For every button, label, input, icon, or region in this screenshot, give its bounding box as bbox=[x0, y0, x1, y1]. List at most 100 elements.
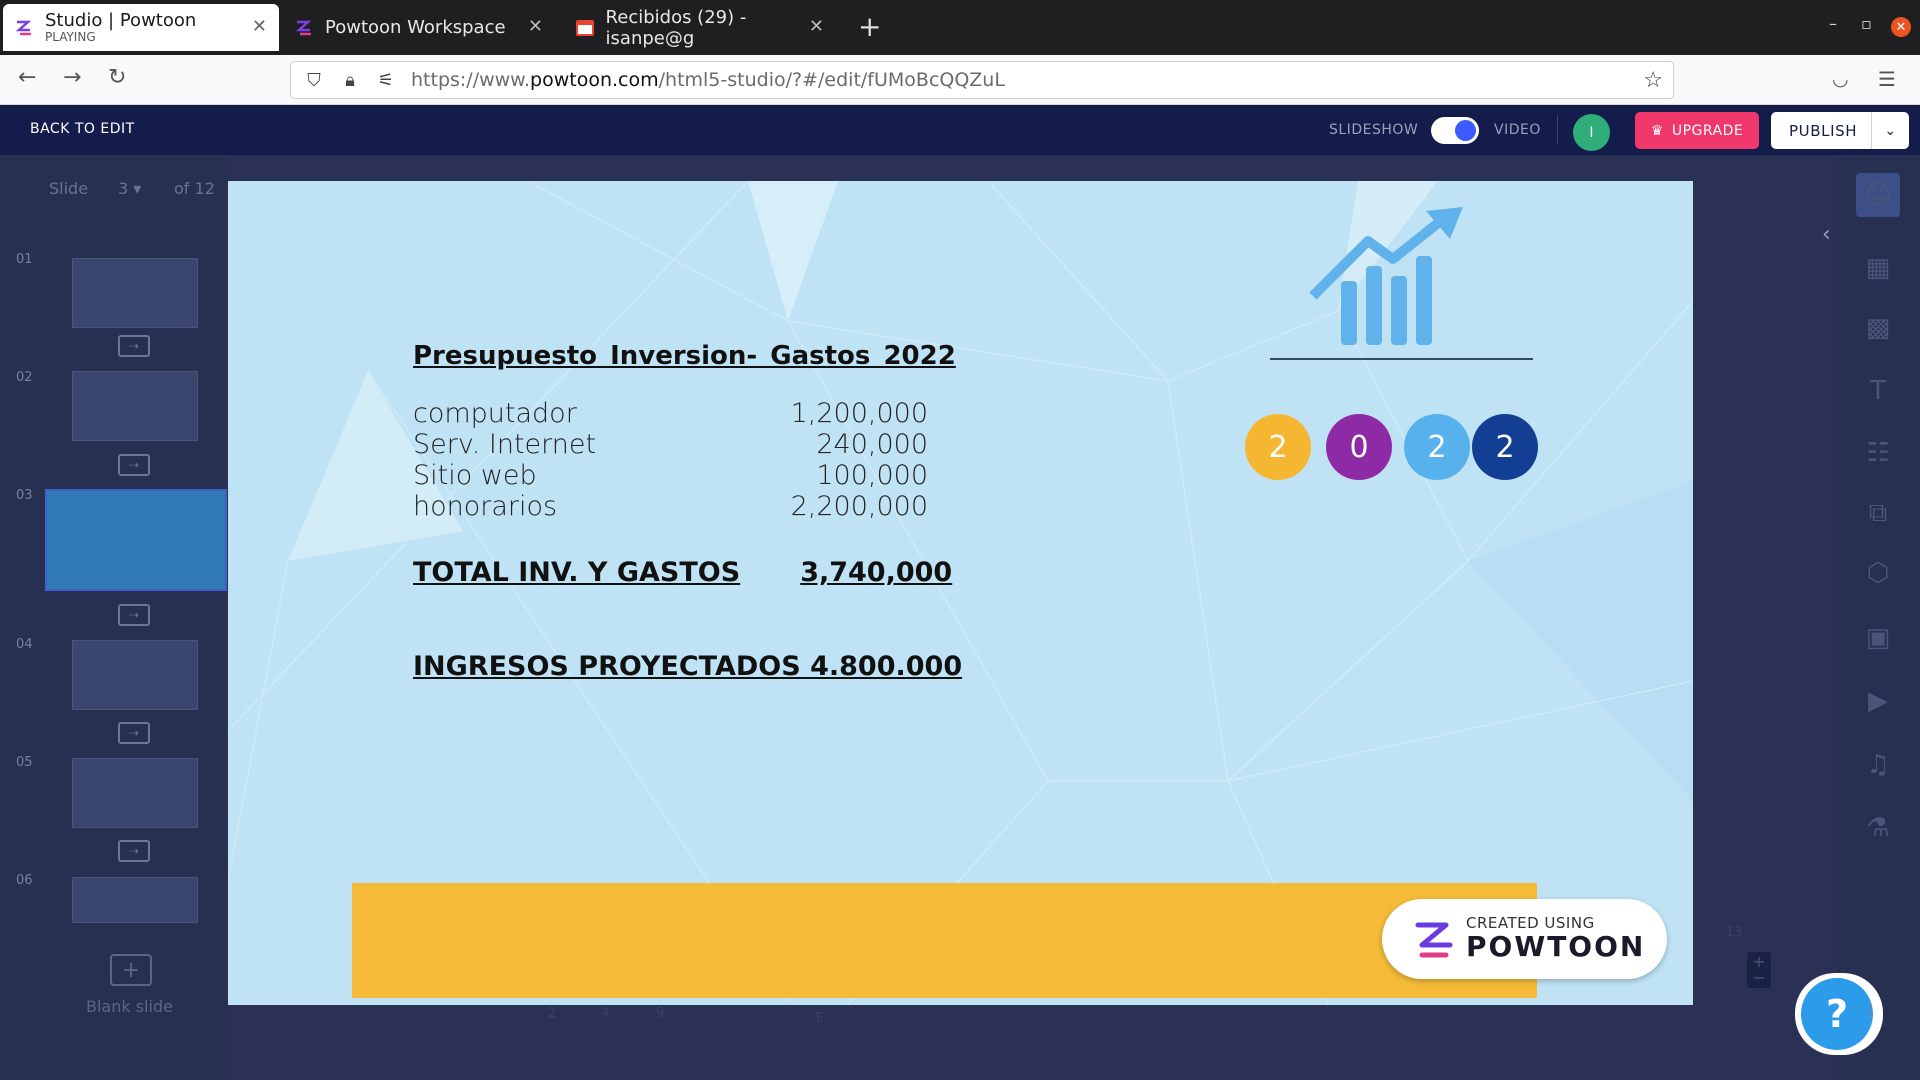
toggle-knob bbox=[1455, 120, 1476, 141]
timeline-marker[interactable]: 4 bbox=[601, 1006, 609, 1021]
music-icon[interactable]: ♫ bbox=[1860, 747, 1896, 783]
slideshow-video-toggle[interactable] bbox=[1431, 117, 1479, 144]
slide-number: 03 bbox=[16, 488, 33, 503]
right-toolbar: ☺ ▦ ▩ T ☷ ⧉ ⬡ ▣ ▶ ♫ ⚗ bbox=[1838, 155, 1920, 1080]
text-icon[interactable]: T bbox=[1860, 373, 1896, 409]
characters-icon[interactable]: ☷ bbox=[1860, 435, 1896, 471]
slide-thumbnail-3-current[interactable] bbox=[45, 489, 227, 591]
slide-thumbnail-5[interactable] bbox=[72, 758, 198, 828]
timeline-marker[interactable]: E bbox=[816, 1011, 824, 1026]
budget-row[interactable]: honorarios 2,200,000 bbox=[413, 491, 928, 522]
zoom-control[interactable]: + − bbox=[1747, 952, 1771, 988]
slide-title[interactable]: Presupuesto Inversion- Gastos 2022 bbox=[413, 341, 956, 371]
lock-icon[interactable]: 🔒︎ bbox=[337, 70, 363, 91]
zoom-out-icon: − bbox=[1752, 968, 1766, 987]
total-line[interactable]: TOTAL INV. Y GASTOS 3,740,000 bbox=[413, 557, 952, 588]
browser-tab-bar: Studio | Powtoon PLAYING ✕ Powtoon Works… bbox=[0, 0, 1920, 55]
year-digit-circle[interactable]: 2 bbox=[1404, 414, 1470, 480]
slide-background-pattern bbox=[228, 181, 1693, 1005]
slide-thumbnail-4[interactable] bbox=[72, 640, 198, 710]
tab-recibidos-gmail[interactable]: Recibidos (29) - isanpe@g ✕ bbox=[564, 4, 836, 51]
address-bar[interactable]: ⛉ 🔒︎ ⚟ https://www.powtoon.com/html5-stu… bbox=[290, 61, 1674, 99]
projected-income-line[interactable]: INGRESOS PROYECTADOS 4.800.000 bbox=[413, 651, 962, 682]
browser-nav-bar: ← → ↻ ⛉ 🔒︎ ⚟ https://www.powtoon.com/htm… bbox=[0, 55, 1920, 105]
year-digit-circle[interactable]: 2 bbox=[1245, 414, 1311, 480]
shapes-icon[interactable]: ⬡ bbox=[1860, 555, 1896, 591]
video-icon[interactable]: ▶ bbox=[1860, 683, 1896, 719]
slideshow-label[interactable]: SLIDESHOW bbox=[1329, 122, 1418, 138]
created-using-powtoon-badge[interactable]: CREATED USING POWTOON bbox=[1382, 899, 1667, 979]
minimize-icon[interactable]: – bbox=[1829, 14, 1837, 33]
growth-chart-icon bbox=[1270, 207, 1533, 360]
back-to-edit-button[interactable]: BACK TO EDIT bbox=[30, 121, 135, 137]
blank-slide-label[interactable]: Blank slide bbox=[86, 997, 173, 1016]
badge-brand-text: POWTOON bbox=[1466, 930, 1646, 964]
more-vertical-icon[interactable]: ⋮ bbox=[1863, 1001, 1879, 1020]
url-text[interactable]: https://www.powtoon.com/html5-studio/?#/… bbox=[411, 69, 1005, 91]
slide-total-label: of 12 bbox=[174, 179, 215, 198]
crown-icon: ♛ bbox=[1650, 122, 1664, 139]
add-scene-icon[interactable]: ⇢ bbox=[118, 840, 150, 862]
character-icon[interactable]: ☺ bbox=[1856, 173, 1900, 217]
slide-number: 05 bbox=[16, 755, 33, 770]
forward-arrow-icon[interactable]: → bbox=[63, 65, 81, 90]
slide-thumbnail-6[interactable] bbox=[72, 877, 198, 923]
maximize-icon[interactable]: ▫ bbox=[1861, 14, 1872, 33]
close-tab-icon[interactable]: ✕ bbox=[252, 16, 267, 37]
video-label[interactable]: VIDEO bbox=[1494, 122, 1541, 138]
window-close-icon[interactable]: ✕ bbox=[1891, 17, 1911, 37]
budget-row[interactable]: computador 1,200,000 bbox=[413, 398, 928, 429]
upgrade-button[interactable]: ♛ UPGRADE bbox=[1635, 112, 1759, 149]
budget-row[interactable]: Serv. Internet 240,000 bbox=[413, 429, 928, 460]
back-arrow-icon[interactable]: ← bbox=[18, 65, 36, 90]
add-scene-icon[interactable]: ⇢ bbox=[118, 722, 150, 744]
add-blank-slide-button[interactable]: + bbox=[110, 954, 152, 986]
menu-icon[interactable]: ☰ bbox=[1878, 67, 1896, 91]
slide-number: 06 bbox=[16, 873, 33, 888]
slide-label: Slide bbox=[49, 179, 89, 198]
help-widget[interactable]: ? ⋮ bbox=[1795, 973, 1883, 1055]
special-effects-icon[interactable]: ⚗ bbox=[1860, 810, 1896, 846]
timeline-marker[interactable]: 13 bbox=[1726, 925, 1743, 940]
add-scene-icon[interactable]: ⇢ bbox=[118, 454, 150, 476]
chevron-down-icon[interactable]: ⌄ bbox=[1872, 123, 1909, 139]
budget-row[interactable]: Sitio web 100,000 bbox=[413, 460, 928, 491]
appbar-divider bbox=[1557, 115, 1558, 145]
reload-icon[interactable]: ↻ bbox=[108, 65, 126, 90]
year-digit-circle[interactable]: 0 bbox=[1326, 414, 1392, 480]
media-icon[interactable]: ▣ bbox=[1860, 620, 1896, 656]
add-scene-icon[interactable]: ⇢ bbox=[118, 335, 150, 357]
user-avatar[interactable]: I bbox=[1573, 114, 1610, 151]
powtoon-top-bar: BACK TO EDIT SLIDESHOW VIDEO I ♛ UPGRADE… bbox=[0, 105, 1920, 155]
powtoon-logo-icon bbox=[1415, 922, 1453, 958]
powtoon-favicon-icon bbox=[13, 17, 35, 39]
layouts-icon[interactable]: ▦ bbox=[1860, 250, 1896, 286]
slide-thumbnail-2[interactable] bbox=[72, 371, 198, 441]
slide-number: 04 bbox=[16, 637, 33, 652]
year-digit-circle[interactable]: 2 bbox=[1472, 414, 1538, 480]
slide-number: 01 bbox=[16, 252, 33, 267]
collapse-chevron-icon[interactable]: ‹ bbox=[1822, 222, 1831, 247]
permissions-icon[interactable]: ⚟ bbox=[373, 70, 399, 91]
gmail-calendar-favicon-icon bbox=[574, 17, 596, 39]
pocket-icon[interactable]: ◡ bbox=[1832, 68, 1849, 90]
close-tab-icon[interactable]: ✕ bbox=[528, 16, 543, 37]
bookmark-star-icon[interactable]: ☆ bbox=[1643, 68, 1663, 93]
close-tab-icon[interactable]: ✕ bbox=[809, 16, 824, 37]
publish-button[interactable]: PUBLISH ⌄ bbox=[1771, 112, 1909, 149]
backgrounds-icon[interactable]: ▩ bbox=[1860, 310, 1896, 346]
tab-title: Recibidos (29) - isanpe@g bbox=[605, 6, 747, 49]
slides-panel: Slide 3 ▾ of 12 01 ⇢ 02 ⇢ 03 ⇢ 04 ⇢ 05 ⇢… bbox=[0, 155, 227, 1080]
props-icon[interactable]: ⧉ bbox=[1860, 495, 1896, 531]
timeline-marker[interactable]: 9 bbox=[656, 1006, 664, 1021]
footer-yellow-bar[interactable] bbox=[352, 883, 1537, 998]
add-scene-icon[interactable]: ⇢ bbox=[118, 604, 150, 626]
slide-thumbnail-1[interactable] bbox=[72, 258, 198, 328]
tab-studio-powtoon[interactable]: Studio | Powtoon PLAYING ✕ bbox=[3, 4, 279, 51]
slide-number-select[interactable]: 3 ▾ bbox=[118, 179, 141, 198]
tab-powtoon-workspace[interactable]: Powtoon Workspace ✕ bbox=[283, 4, 555, 51]
new-tab-button[interactable]: + bbox=[858, 10, 881, 43]
slide-canvas: Presupuesto Inversion- Gastos 2022 compu… bbox=[228, 181, 1693, 1005]
timeline-marker[interactable]: 2 bbox=[548, 1006, 556, 1021]
shield-icon[interactable]: ⛉ bbox=[301, 70, 327, 91]
